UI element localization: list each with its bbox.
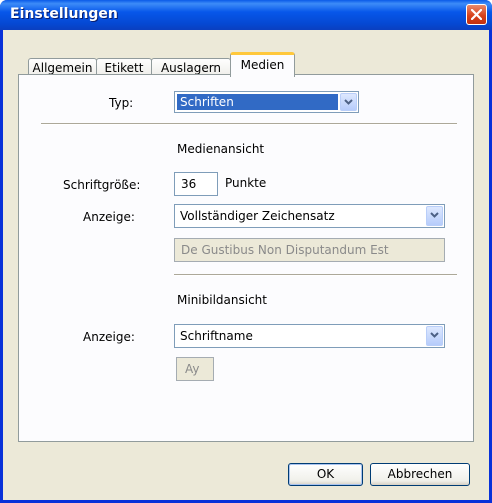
font-size-unit: Punkte xyxy=(225,176,267,190)
separator xyxy=(41,123,457,125)
settings-dialog: Einstellungen Allgemein Etikett Auslager… xyxy=(0,0,492,503)
media-view-heading: Medienansicht xyxy=(177,142,265,156)
media-display-select[interactable]: Vollständiger Zeichensatz xyxy=(174,204,445,228)
tab-medien[interactable]: Medien xyxy=(230,52,295,77)
cancel-button-label: Abbrechen xyxy=(387,467,453,481)
media-display-dropdown-button[interactable] xyxy=(426,206,443,226)
window-title: Einstellungen xyxy=(10,6,118,22)
font-size-value: 36 xyxy=(181,177,197,191)
media-preview-box: De Gustibus Non Disputandum Est xyxy=(174,238,445,262)
ok-button-label: OK xyxy=(316,467,335,481)
media-display-label: Anzeige: xyxy=(83,210,135,224)
tab-label: Allgemein xyxy=(32,61,93,75)
thumb-preview-box: Ay xyxy=(176,357,214,381)
type-dropdown-button[interactable] xyxy=(340,93,357,111)
ok-button[interactable]: OK xyxy=(288,463,363,486)
chevron-down-icon xyxy=(344,99,353,105)
font-size-label: Schriftgröße: xyxy=(63,178,141,192)
thumb-preview-text: Ay xyxy=(185,362,200,376)
close-button[interactable] xyxy=(466,4,487,25)
thumb-display-select[interactable]: Schriftname xyxy=(174,324,445,348)
tab-label: Medien xyxy=(240,58,285,72)
thumb-display-value: Schriftname xyxy=(180,329,253,343)
type-label: Typ: xyxy=(109,96,134,110)
title-bar[interactable]: Einstellungen xyxy=(0,0,492,30)
thumb-display-dropdown-button[interactable] xyxy=(426,326,443,346)
tab-label: Auslagern xyxy=(160,61,222,75)
media-preview-text: De Gustibus Non Disputandum Est xyxy=(181,243,389,257)
font-size-input[interactable]: 36 xyxy=(174,172,218,196)
tab-label: Etikett xyxy=(104,61,144,75)
media-display-value: Vollständiger Zeichensatz xyxy=(180,209,335,223)
chevron-down-icon xyxy=(430,212,439,218)
type-select[interactable]: Schriften xyxy=(174,91,359,113)
cancel-button[interactable]: Abbrechen xyxy=(370,463,470,486)
chevron-down-icon xyxy=(430,332,439,338)
thumb-view-heading: Minibildansicht xyxy=(177,293,267,307)
close-icon xyxy=(471,9,482,20)
thumb-display-label: Anzeige: xyxy=(83,330,135,344)
type-select-value: Schriften xyxy=(177,94,338,110)
separator xyxy=(174,274,457,276)
tab-panel-medien: Typ: Schriften Medienansicht Schriftgröß… xyxy=(18,74,474,442)
